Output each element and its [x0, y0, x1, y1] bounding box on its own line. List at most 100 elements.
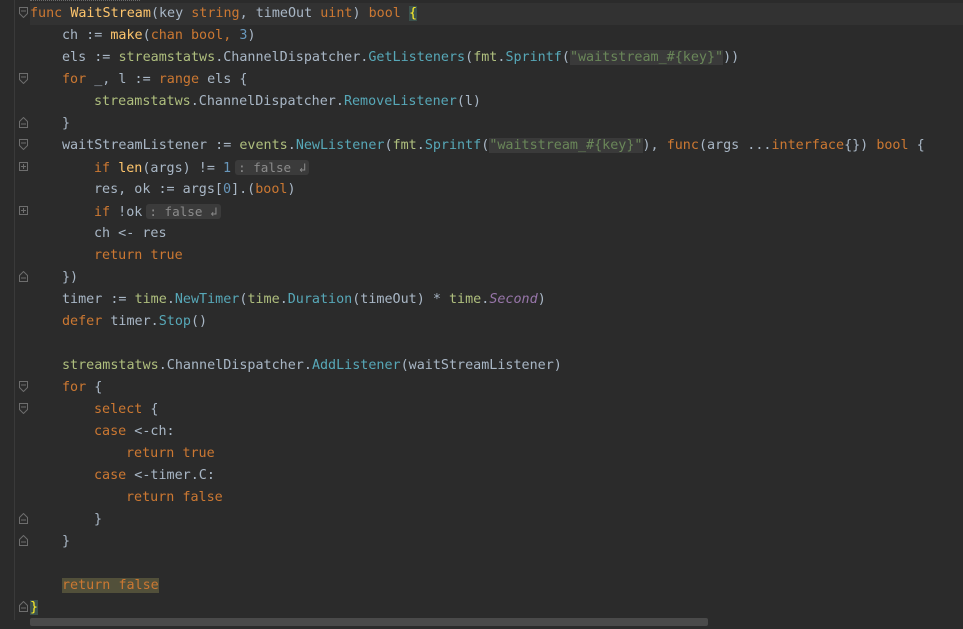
code-editor[interactable]: func WaitStream(key string, timeOut uint… — [30, 0, 963, 629]
code-text: ) — [352, 6, 369, 21]
method-call: NewListener — [295, 138, 385, 153]
code-line[interactable]: defer timer.Stop() — [30, 311, 207, 333]
code-text: .ChannelDispatcher. — [215, 50, 369, 65]
fold-collapsed-icon[interactable] — [19, 162, 28, 171]
code-line[interactable]: ch := make(chan bool, 3) — [30, 25, 256, 47]
type-conversion: Duration — [287, 292, 353, 307]
string-literal: "waitstream_#{key}" — [489, 138, 643, 153]
code-line[interactable]: for _, l := range els { — [30, 69, 247, 91]
package-name: fmt — [473, 50, 498, 65]
keyword: true — [182, 446, 215, 461]
package-name: time — [247, 292, 280, 307]
builtin-call: make — [110, 28, 143, 43]
code-line[interactable]: for { — [30, 377, 102, 399]
code-text: waitStreamListener := — [62, 138, 240, 153]
code-text: res, ok := args[ — [94, 182, 223, 197]
code-text: . — [166, 292, 175, 307]
keyword: range — [158, 72, 200, 87]
package-name: streamstatws — [118, 50, 216, 65]
code-text: ( — [465, 50, 474, 65]
package-name: time — [134, 292, 167, 307]
method-call: Sprintf — [424, 138, 482, 153]
keyword: select — [94, 402, 143, 417]
keyword: if — [94, 205, 111, 220]
code-text: ) — [247, 28, 256, 43]
method-call: NewTimer — [174, 292, 240, 307]
code-line[interactable]: return false — [30, 487, 223, 509]
code-line[interactable]: return true — [30, 245, 183, 267]
fold-open-icon[interactable] — [19, 73, 28, 84]
matched-brace: { — [408, 6, 417, 21]
code-text: , timeOut — [239, 6, 321, 21]
fold-close-icon[interactable] — [19, 271, 28, 282]
code-text: (l) — [456, 94, 481, 109]
fold-close-icon[interactable] — [19, 117, 28, 128]
code-text: (key — [150, 6, 192, 21]
folded-inlay-hint[interactable]: : false ↲ — [146, 204, 221, 219]
code-line[interactable]: streamstatws.ChannelDispatcher.RemoveLis… — [30, 91, 481, 113]
code-text: ].( — [231, 182, 256, 197]
code-text: }) — [62, 270, 79, 285]
fold-open-icon[interactable] — [19, 7, 28, 18]
constant-name: Second — [489, 292, 538, 307]
code-line[interactable]: } — [30, 113, 70, 135]
code-line[interactable]: } — [30, 531, 70, 553]
fold-open-icon[interactable] — [19, 381, 28, 392]
fold-close-icon[interactable] — [19, 513, 28, 524]
code-line[interactable]: return true — [30, 443, 215, 465]
code-line[interactable]: func WaitStream(key string, timeOut uint… — [30, 3, 417, 25]
folded-inlay-hint[interactable]: : false ↲ — [235, 160, 310, 175]
code-line[interactable]: res, ok := args[0].(bool) — [30, 179, 296, 201]
code-line[interactable]: case <-timer.C: — [30, 465, 215, 487]
package-name: streamstatws — [62, 358, 159, 373]
code-text: els := — [62, 50, 119, 65]
package-name: time — [449, 292, 482, 307]
code-line[interactable]: }) — [30, 267, 78, 289]
fold-open-icon[interactable] — [19, 403, 28, 414]
code-text: () — [191, 314, 208, 329]
fold-open-icon[interactable] — [19, 139, 28, 150]
code-text: } — [62, 534, 71, 549]
code-text: . — [416, 138, 425, 153]
function-name: WaitStream — [70, 6, 151, 21]
code-text: <-ch: — [126, 424, 175, 439]
code-line[interactable]: if !ok: false ↲ — [30, 201, 221, 223]
code-line[interactable]: if len(args) != 1: false ↲ — [30, 157, 310, 179]
code-text: . — [279, 292, 288, 307]
keyword: true — [150, 248, 183, 263]
keyword: defer — [62, 314, 103, 329]
highlighted-exit-point: return false — [62, 578, 159, 593]
number-literal: 1 — [223, 161, 232, 176]
code-text: ( — [561, 50, 570, 65]
code-line[interactable]: } — [30, 509, 102, 531]
gutter-divider — [14, 0, 15, 620]
code-line[interactable]: return false — [30, 575, 159, 597]
keyword: false — [118, 578, 159, 593]
code-text: } — [62, 116, 71, 131]
code-line[interactable]: timer := time.NewTimer(time.Duration(tim… — [30, 289, 546, 311]
type-name: string — [191, 6, 240, 21]
type-name: bool — [255, 182, 288, 197]
code-text: ) — [537, 292, 546, 307]
fold-close-icon[interactable] — [19, 601, 28, 612]
code-text: timer. — [102, 314, 159, 329]
code-text: {}) — [844, 138, 877, 153]
code-line[interactable]: ch <- res — [30, 223, 167, 245]
method-call: GetListeners — [368, 50, 466, 65]
code-text: ), — [642, 138, 667, 153]
method-call: Stop — [158, 314, 191, 329]
code-line[interactable]: select { — [30, 399, 159, 421]
code-line[interactable]: waitStreamListener := events.NewListener… — [30, 135, 925, 157]
fold-collapsed-icon[interactable] — [19, 206, 28, 215]
horizontal-scrollbar[interactable] — [30, 618, 708, 626]
fold-close-icon[interactable] — [19, 535, 28, 546]
code-line[interactable]: } — [30, 597, 39, 619]
code-line[interactable]: streamstatws.ChannelDispatcher.AddListen… — [30, 355, 562, 377]
string-literal: "waitstream_#{key}" — [569, 50, 724, 65]
keyword: func — [30, 6, 63, 21]
code-line[interactable]: els := streamstatws.ChannelDispatcher.Ge… — [30, 47, 739, 69]
keyword: return — [94, 248, 143, 263]
code-text: (waitStreamListener) — [400, 358, 562, 373]
code-line[interactable]: case <-ch: — [30, 421, 175, 443]
